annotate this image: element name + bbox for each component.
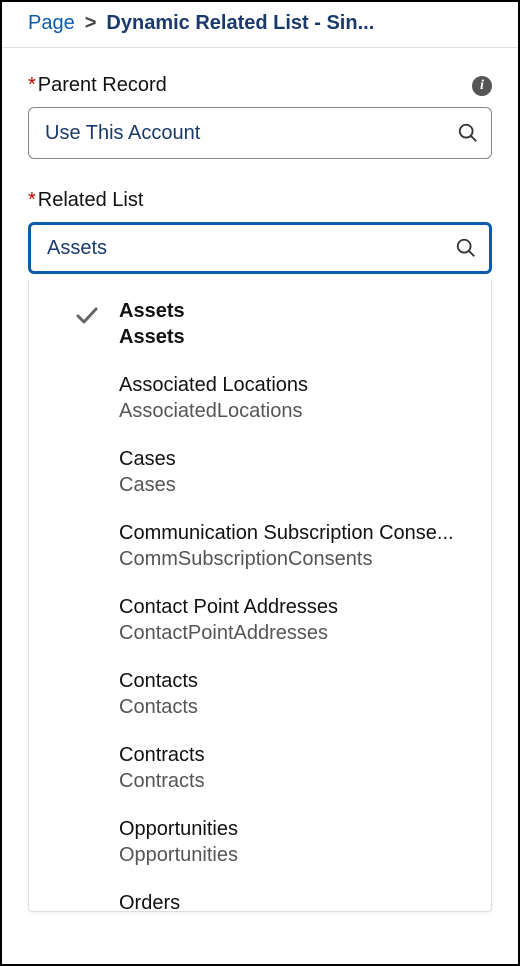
option-api-name: ContactPointAddresses [119, 620, 338, 646]
option-texts: OrdersOrders [73, 890, 180, 911]
option-label: Cases [119, 446, 176, 472]
option-texts: ContactsContacts [73, 668, 198, 720]
option-api-name: Opportunities [119, 842, 238, 868]
info-icon[interactable]: i [472, 76, 492, 96]
option-api-name: Contracts [119, 768, 205, 794]
breadcrumb-current: Dynamic Related List - Sin... [106, 12, 374, 35]
search-icon [457, 122, 479, 144]
parent-record-label-row: *Parent Record i [28, 74, 492, 97]
option-api-name: Cases [119, 472, 176, 498]
option-texts: Contact Point AddressesContactPointAddre… [73, 594, 338, 646]
option-label: Associated Locations [119, 372, 308, 398]
dropdown-scroll[interactable]: AssetsAssets Associated LocationsAssociat… [29, 280, 491, 911]
dropdown-option[interactable]: OrdersOrders [29, 882, 491, 911]
option-label: Assets [119, 298, 185, 324]
option-texts: OpportunitiesOpportunities [73, 816, 238, 868]
properties-panel: *Parent Record i Use This Account *Relat… [2, 48, 518, 274]
related-list-input[interactable]: Assets [28, 222, 492, 274]
related-list-label-row: *Related List [28, 189, 492, 212]
dropdown-option[interactable]: CasesCases [29, 438, 491, 506]
option-label: Contact Point Addresses [119, 594, 338, 620]
option-api-name: CommSubscriptionConsents [119, 546, 454, 572]
dropdown-option[interactable]: Contact Point AddressesContactPointAddre… [29, 586, 491, 654]
check-icon [71, 304, 103, 328]
related-list-dropdown: AssetsAssets Associated LocationsAssociat… [28, 280, 492, 912]
parent-record-input[interactable]: Use This Account [28, 107, 492, 159]
parent-record-label: *Parent Record [28, 74, 167, 97]
dropdown-option[interactable]: Associated LocationsAssociatedLocations [29, 364, 491, 432]
option-label: Contacts [119, 668, 198, 694]
breadcrumb-separator: > [85, 12, 97, 35]
breadcrumb: Page > Dynamic Related List - Sin... [2, 2, 518, 48]
option-api-name: AssociatedLocations [119, 398, 308, 424]
dropdown-option[interactable]: ContactsContacts [29, 660, 491, 728]
option-label: Opportunities [119, 816, 238, 842]
option-api-name: Contacts [119, 694, 198, 720]
dropdown-option[interactable]: OpportunitiesOpportunities [29, 808, 491, 876]
option-texts: ContractsContracts [73, 742, 205, 794]
option-label: Orders [119, 890, 180, 911]
dropdown-option[interactable]: ContractsContracts [29, 734, 491, 802]
option-label: Communication Subscription Conse... [119, 520, 454, 546]
dropdown-option[interactable]: Communication Subscription Conse...CommS… [29, 512, 491, 580]
option-label: Contracts [119, 742, 205, 768]
related-list-label: *Related List [28, 189, 143, 212]
search-icon [455, 237, 477, 259]
required-asterisk: * [28, 74, 36, 96]
dropdown-option[interactable]: AssetsAssets [29, 290, 491, 358]
related-list-value: Assets [47, 237, 107, 260]
parent-record-value: Use This Account [45, 122, 200, 145]
option-api-name: Assets [119, 324, 185, 350]
option-texts: CasesCases [73, 446, 176, 498]
required-asterisk: * [28, 189, 36, 211]
option-texts: Communication Subscription Conse...CommS… [73, 520, 454, 572]
breadcrumb-root-link[interactable]: Page [28, 12, 75, 35]
option-texts: Associated LocationsAssociatedLocations [73, 372, 308, 424]
